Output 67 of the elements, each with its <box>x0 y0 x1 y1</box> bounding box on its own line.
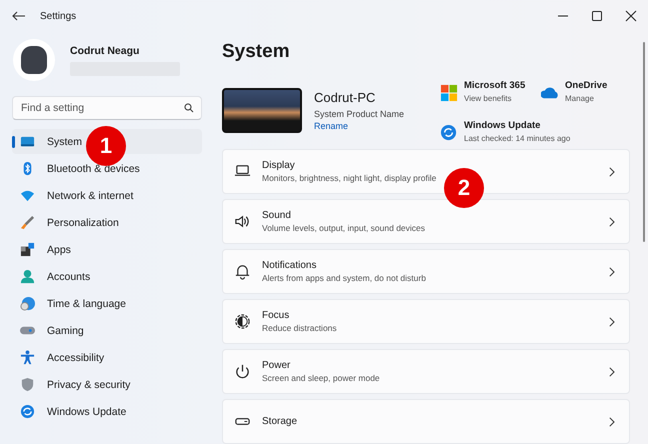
nav-item[interactable]: Personalization <box>12 210 119 235</box>
quick-link-subtitle: Manage <box>565 94 595 103</box>
office-logo-icon <box>440 84 458 102</box>
settings-card[interactable]: Notifications Alerts from apps and system, do not disturb <box>222 249 630 294</box>
quick-link-title[interactable]: Microsoft 365 <box>464 80 526 91</box>
profile-name: Codrut Neagu <box>70 44 140 56</box>
nav-icon <box>20 215 35 230</box>
chevron-icon <box>608 216 615 226</box>
maximize-icon[interactable] <box>591 10 603 22</box>
setting-description: Screen and sleep, power mode <box>262 373 381 383</box>
quick-link-title[interactable]: OneDrive <box>565 80 608 91</box>
setting-title: Sound <box>262 210 292 221</box>
chevron-icon <box>608 166 615 176</box>
callout-badge-overlay: 1 <box>86 126 126 166</box>
close-icon[interactable] <box>625 10 637 22</box>
setting-title: Notifications <box>262 260 318 271</box>
setting-title: Power <box>262 360 292 371</box>
nav-item[interactable]: Accounts <box>12 264 90 289</box>
setting-description: Volume levels, output, input, sound devices <box>262 223 426 233</box>
nav-icon <box>20 377 35 392</box>
quick-link-title[interactable]: Windows Update <box>464 120 570 130</box>
device-name: Codrut-PC <box>314 90 376 107</box>
settings-card[interactable]: Sound Volume levels, output, input, sound devices <box>222 199 630 244</box>
window-title: Settings <box>40 10 76 22</box>
setting-title: Focus <box>262 310 290 321</box>
quick-link-subtitle: View benefits <box>464 94 512 103</box>
nav-item[interactable]: Privacy & security <box>12 372 130 397</box>
nav-item[interactable]: Accessibility <box>12 345 104 370</box>
nav-item[interactable]: Windows Update <box>12 399 126 424</box>
search-field[interactable]: Find a setting <box>12 96 202 120</box>
setting-description: Reduce distractions <box>262 323 338 333</box>
setting-title: Display <box>262 160 296 171</box>
setting-description: Alerts from apps and system, do not disturb <box>262 273 427 283</box>
nav-icon <box>20 350 35 365</box>
nav-icon <box>20 242 35 257</box>
selection-indicator <box>12 136 15 148</box>
nav-icon <box>20 296 35 311</box>
setting-title: Storage <box>262 416 298 427</box>
chevron-icon <box>608 316 615 326</box>
setting-description: Monitors, brightness, night light, display profile <box>262 173 438 183</box>
page-title: System <box>222 40 291 64</box>
avatar <box>13 39 55 81</box>
nav-icon <box>20 404 35 419</box>
back-arrow-icon[interactable] <box>12 11 26 21</box>
scrollbar[interactable] <box>643 42 645 242</box>
settings-card[interactable]: Power Screen and sleep, power mode <box>222 349 630 394</box>
nav-icon <box>20 188 35 203</box>
nav-item[interactable]: Apps <box>12 237 80 262</box>
nav-item[interactable]: Network & internet <box>12 183 134 208</box>
rename-link[interactable]: Rename <box>314 121 432 131</box>
quick-link-subtitle: Last checked: 14 minutes ago <box>464 134 570 142</box>
setting-icon <box>234 263 251 280</box>
nav-item[interactable]: Time & language <box>12 291 126 316</box>
settings-card[interactable]: Storage <box>222 399 630 444</box>
nav-icon <box>20 134 35 149</box>
settings-card[interactable]: Focus Reduce distractions <box>222 299 630 344</box>
setting-icon <box>234 213 251 230</box>
setting-icon <box>234 313 251 330</box>
search-icon <box>184 103 194 113</box>
setting-icon <box>234 363 251 380</box>
chevron-icon <box>608 416 615 426</box>
device-model: System Product Name <box>314 109 406 119</box>
chevron-icon <box>608 266 615 276</box>
nav-item[interactable]: Gaming <box>12 318 84 343</box>
update-icon <box>440 124 458 142</box>
nav-icon <box>20 269 35 284</box>
chevron-icon <box>608 366 615 376</box>
